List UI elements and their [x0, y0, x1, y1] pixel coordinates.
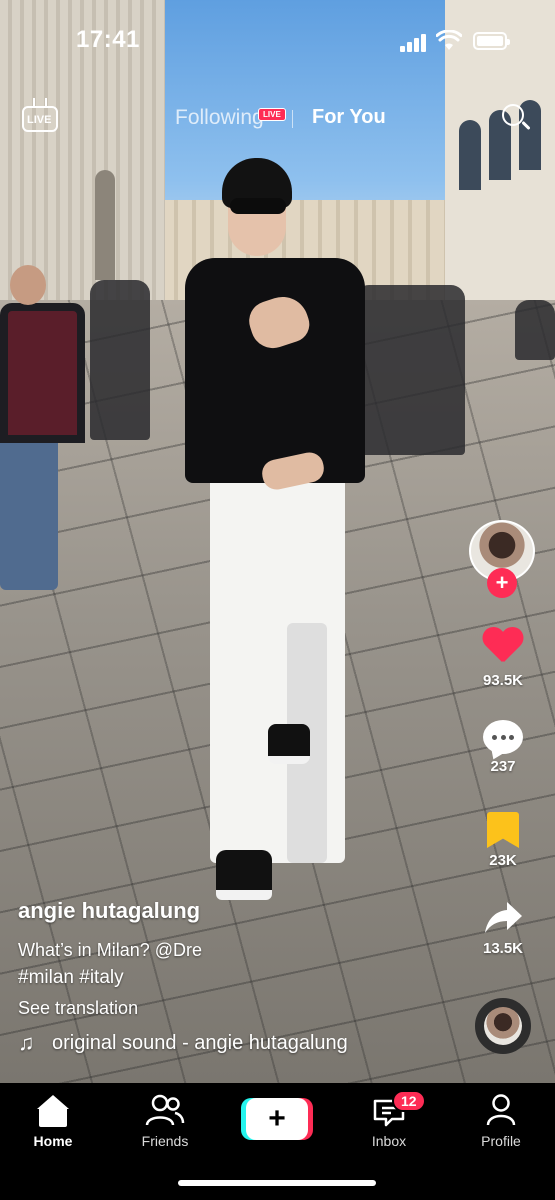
battery-icon: [473, 32, 510, 50]
tab-divider: [292, 110, 293, 128]
status-time: 17:41: [76, 26, 140, 53]
like-count: 93.5K: [482, 672, 524, 689]
sound-link[interactable]: ♫ original sound - angie hutagalung: [18, 1030, 348, 1056]
share-count: 13.5K: [482, 940, 524, 957]
heart-icon: [482, 628, 524, 668]
creator-username[interactable]: angie hutagalung: [18, 898, 200, 924]
save-button[interactable]: 23K: [463, 812, 543, 869]
tab-home-label: Home: [33, 1133, 73, 1149]
tab-following[interactable]: Following: [175, 106, 264, 130]
status-bar: 17:41: [0, 0, 555, 82]
home-indicator: [178, 1180, 376, 1186]
bookmark-icon: [487, 812, 519, 848]
comment-count: 237: [490, 758, 516, 775]
comment-bubble-icon: [483, 720, 523, 754]
comment-button[interactable]: 237: [463, 720, 543, 775]
share-arrow-icon: [483, 900, 523, 936]
wifi-icon: [435, 29, 463, 52]
music-note-icon: ♫: [18, 1030, 35, 1055]
inbox-badge: 12: [392, 1090, 426, 1112]
following-live-badge: LIVE: [258, 108, 286, 121]
tab-inbox-label: Inbox: [371, 1133, 407, 1149]
tab-friends[interactable]: Friends: [120, 1093, 210, 1149]
create-button[interactable]: +: [246, 1098, 308, 1140]
share-button[interactable]: 13.5K: [463, 900, 543, 957]
tab-for-you[interactable]: For You: [312, 106, 386, 129]
sound-name: original sound - angie hutagalung: [52, 1031, 348, 1054]
tab-friends-label: Friends: [141, 1133, 189, 1149]
tab-profile[interactable]: Profile: [456, 1093, 546, 1149]
tab-profile-label: Profile: [481, 1133, 521, 1149]
like-button[interactable]: 93.5K: [463, 628, 543, 689]
video-subject: [180, 158, 370, 918]
video-hashtags[interactable]: #milan #italy: [18, 967, 124, 989]
live-icon-label: LIVE: [27, 114, 52, 126]
video-bystander: [0, 265, 90, 595]
cellular-signal-icon: [400, 34, 428, 52]
creator-avatar[interactable]: +: [469, 520, 535, 600]
save-count: 23K: [489, 852, 517, 869]
friends-icon: [145, 1093, 185, 1131]
see-translation-link[interactable]: See translation: [18, 998, 138, 1019]
music-disc-icon[interactable]: [475, 998, 531, 1054]
video-description[interactable]: What’s in Milan? @Dre: [18, 940, 202, 961]
live-tv-icon[interactable]: LIVE: [22, 98, 60, 134]
tab-home[interactable]: Home: [8, 1093, 98, 1149]
home-icon: [36, 1093, 70, 1131]
follow-plus-button[interactable]: +: [487, 568, 517, 598]
profile-icon: [486, 1093, 516, 1131]
search-icon[interactable]: [502, 104, 531, 132]
create-plus-icon: +: [268, 1102, 286, 1135]
